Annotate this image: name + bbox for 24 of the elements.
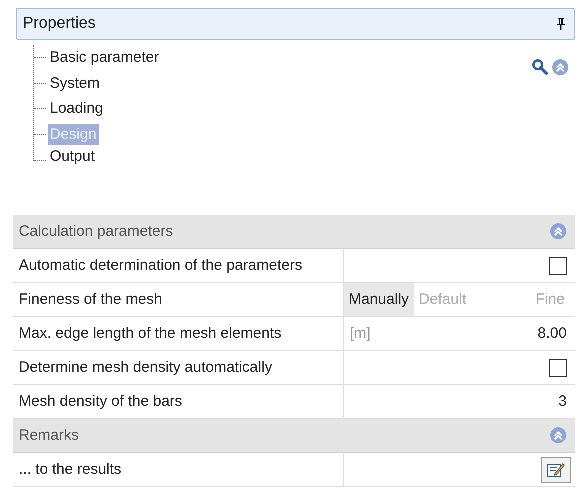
section-title: Remarks	[19, 427, 80, 444]
property-label: ... to the results	[13, 453, 344, 486]
panel-title: Properties	[23, 15, 96, 33]
section-header[interactable]: Calculation parameters	[13, 215, 575, 249]
edit-button[interactable]	[541, 456, 571, 482]
search-icon[interactable]	[532, 59, 548, 75]
note-pencil-icon	[547, 462, 565, 478]
tree-item[interactable]: Output	[48, 146, 98, 168]
property-label: Automatic determination of the parameters	[13, 249, 344, 282]
option-button[interactable]: Manually	[344, 283, 414, 316]
value-field[interactable]: 8.00	[538, 325, 567, 342]
pin-icon[interactable]	[556, 17, 566, 31]
tree-item[interactable]: System	[48, 72, 102, 94]
property-label: Max. edge length of the mesh elements	[13, 317, 344, 350]
section-title: Calculation parameters	[19, 223, 174, 240]
tree-item[interactable]: Loading	[48, 98, 106, 120]
property-label: Mesh density of the bars	[13, 385, 344, 418]
unit-label: [m]	[349, 325, 371, 342]
checkbox[interactable]	[549, 358, 567, 376]
property-label: Determine mesh density automatically	[13, 351, 344, 384]
checkbox[interactable]	[549, 256, 567, 274]
section-header[interactable]: Remarks	[13, 419, 575, 453]
tree-item[interactable]: Basic parameter	[48, 47, 162, 68]
value-field[interactable]: 3	[558, 393, 567, 410]
